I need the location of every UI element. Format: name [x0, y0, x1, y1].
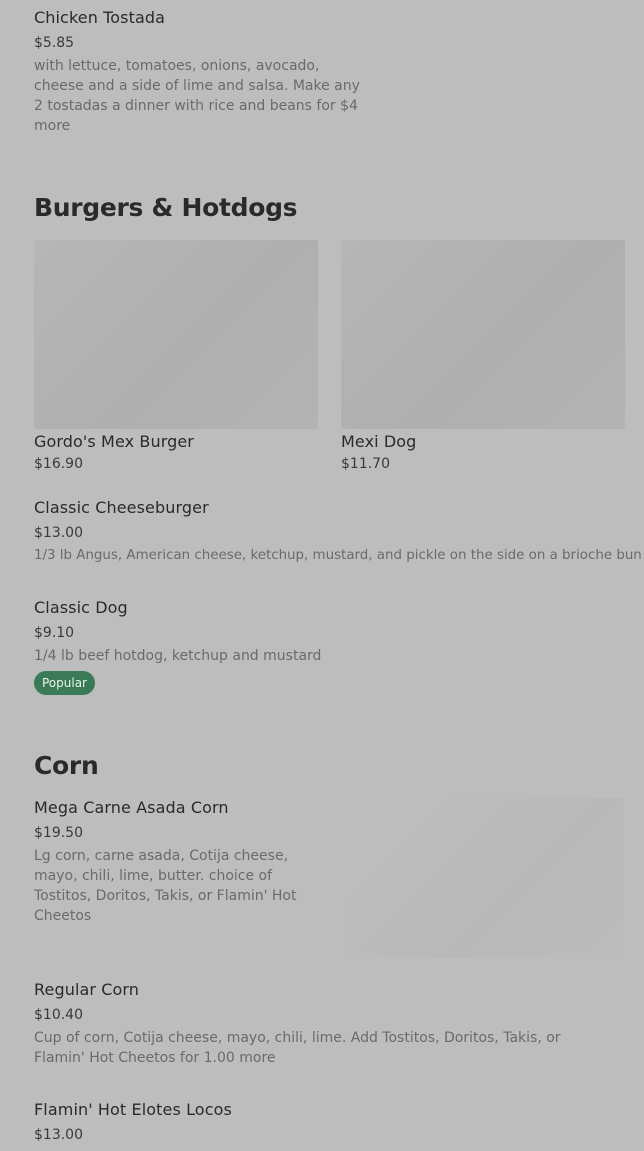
- item-description: 1/3 lb Angus, American cheese, ketchup, …: [34, 548, 642, 563]
- menu-item-flamin-hot-elotes-locos[interactable]: Flamin' Hot Elotes Locos $13.00: [34, 1100, 624, 1151]
- item-price: $13.00: [34, 1127, 83, 1143]
- popular-badge: Popular: [34, 671, 95, 695]
- section-title-burgers-hotdogs: Burgers & Hotdogs: [34, 193, 298, 222]
- item-description: 1/4 lb beef hotdog, ketchup and mustard: [34, 648, 322, 664]
- menu-item-regular-corn[interactable]: Regular Corn $10.40 Cup of corn, Cotija …: [34, 980, 624, 1072]
- item-name: Flamin' Hot Elotes Locos: [34, 1100, 232, 1119]
- item-name: Classic Dog: [34, 598, 128, 617]
- menu-item-classic-cheeseburger[interactable]: Classic Cheeseburger $13.00 1/3 lb Angus…: [34, 498, 642, 570]
- featured-item-gordos-mex-burger[interactable]: Gordo's Mex Burger $16.90: [34, 240, 318, 480]
- item-description: with lettuce, tomatoes, onions, avocado,…: [34, 58, 360, 134]
- menu-item-classic-dog[interactable]: Classic Dog $9.10 1/4 lb beef hotdog, ke…: [34, 598, 624, 698]
- item-image: [34, 240, 318, 429]
- menu-item-chicken-tostada[interactable]: Chicken Tostada $5.85 with lettuce, toma…: [34, 8, 374, 140]
- item-description: Cup of corn, Cotija cheese, mayo, chili,…: [34, 1030, 561, 1066]
- item-name: Chicken Tostada: [34, 8, 166, 27]
- item-price: $5.85: [34, 35, 75, 51]
- item-price: $10.40: [34, 1007, 83, 1023]
- featured-item-mexi-dog[interactable]: Mexi Dog $11.70: [341, 240, 625, 480]
- item-image: [341, 240, 625, 429]
- item-name: Gordo's Mex Burger: [34, 432, 194, 451]
- item-image: [346, 798, 624, 958]
- menu-item-mega-carne-asada-corn[interactable]: Mega Carne Asada Corn $19.50 Lg corn, ca…: [34, 798, 624, 958]
- item-name: Classic Cheeseburger: [34, 498, 209, 517]
- item-description: Lg corn, carne asada, Cotija cheese, may…: [34, 848, 297, 924]
- item-name: Mexi Dog: [341, 432, 417, 451]
- item-name: Regular Corn: [34, 980, 140, 999]
- item-price: $9.10: [34, 625, 75, 641]
- section-title-corn: Corn: [34, 751, 99, 780]
- item-price: $16.90: [34, 456, 83, 472]
- item-price: $13.00: [34, 525, 83, 541]
- item-price: $11.70: [341, 456, 390, 472]
